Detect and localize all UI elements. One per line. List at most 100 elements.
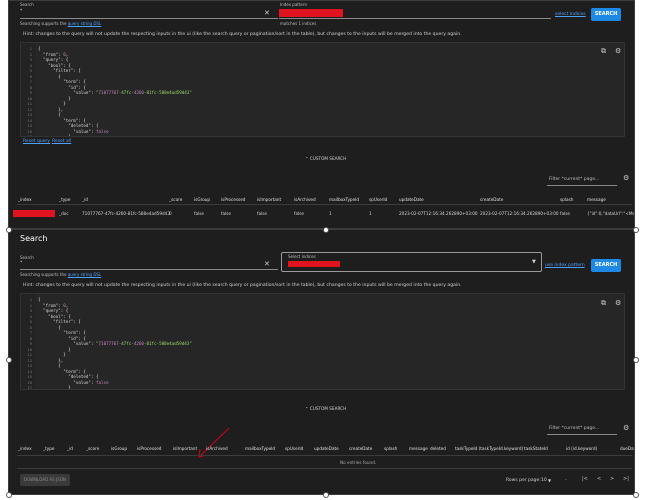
prev-page-icon[interactable]: < bbox=[597, 476, 601, 483]
table-cell: _doc bbox=[59, 211, 69, 216]
top-search-hint: Searching supports the query string DSL bbox=[20, 21, 101, 26]
rows-per-page-dropdown-icon[interactable]: ▼ bbox=[548, 477, 551, 484]
column-header[interactable]: isGroup bbox=[194, 197, 210, 202]
column-header[interactable]: isArchived bbox=[294, 197, 316, 202]
resize-handle[interactable] bbox=[323, 492, 329, 498]
column-header[interactable]: _type bbox=[43, 446, 54, 451]
table-cell: 1 bbox=[329, 211, 332, 216]
column-header[interactable]: createDate bbox=[349, 446, 372, 451]
column-header[interactable]: _type bbox=[59, 197, 70, 202]
column-header[interactable]: _score bbox=[169, 197, 182, 202]
top-custom-search-toggle[interactable]: ⌃ CUSTOM SEARCH bbox=[305, 156, 346, 161]
top-reset-query-link[interactable]: Reset query bbox=[23, 139, 50, 144]
resize-handle[interactable] bbox=[6, 492, 12, 498]
bottom-custom-search-label: CUSTOM SEARCH bbox=[309, 406, 347, 411]
bottom-index-select[interactable]: Select indices ▼ bbox=[281, 252, 542, 272]
rows-per-page-select[interactable]: 10 bbox=[541, 478, 547, 483]
table-cell: false bbox=[560, 211, 570, 216]
top-query-editor[interactable]: 1 2 3 4 5 6 7 8 9 10 11 12 13 14 15 16 1… bbox=[20, 42, 625, 137]
column-header[interactable]: mailboxTypeId bbox=[245, 446, 275, 451]
column-header[interactable]: deleted bbox=[430, 446, 446, 451]
top-select-indices-link[interactable]: select indices bbox=[555, 12, 586, 17]
column-header[interactable]: _id bbox=[67, 446, 73, 451]
column-header[interactable]: updateDate bbox=[399, 197, 424, 202]
bottom-clear-search-icon[interactable]: ✕ bbox=[264, 261, 270, 268]
resize-handle[interactable] bbox=[633, 492, 639, 498]
column-header[interactable]: splash bbox=[384, 446, 397, 451]
top-search-hint-prefix: Searching supports the bbox=[20, 21, 67, 26]
table-cell: 71077767-47fc-4260-81fc-588e4ad59d43 bbox=[82, 211, 170, 216]
column-header[interactable]: isArchived bbox=[206, 446, 228, 451]
bottom-search-label: Search bbox=[20, 255, 34, 260]
bottom-dropdown-arrow-icon: ▼ bbox=[532, 259, 536, 265]
top-search-button[interactable]: SEARCH bbox=[591, 8, 621, 21]
bottom-custom-search-toggle[interactable]: ⌃ CUSTOM SEARCH bbox=[305, 406, 346, 411]
column-header[interactable]: isImportant bbox=[257, 197, 281, 202]
top-filter-input[interactable]: Filter *current* page... bbox=[549, 177, 599, 182]
top-hint-text: Hint: changes to the query will not upda… bbox=[23, 32, 462, 37]
column-header[interactable]: isProcessed bbox=[137, 446, 161, 451]
top-chevron-up-icon: ⌃ bbox=[305, 156, 309, 161]
bottom-filter-input[interactable]: Filter *current* page... bbox=[549, 426, 599, 431]
bottom-table-header-divider bbox=[17, 455, 632, 456]
bottom-hint-text: Hint: changes to the query will not upda… bbox=[23, 283, 462, 288]
resize-handle[interactable] bbox=[633, 227, 639, 233]
column-header[interactable]: isProcessed bbox=[221, 197, 245, 202]
column-header[interactable]: createDate bbox=[480, 197, 503, 202]
top-custom-search-label: CUSTOM SEARCH bbox=[309, 156, 347, 161]
column-header[interactable]: message bbox=[587, 197, 606, 202]
bottom-query-code[interactable]: { "from": 0, "query": { "bool": { "filte… bbox=[38, 297, 192, 389]
no-entries-message: No entries found. bbox=[340, 460, 377, 465]
last-page-icon[interactable]: >| bbox=[623, 476, 629, 483]
top-reset-all-link[interactable]: Reset all bbox=[52, 139, 71, 144]
resize-handle[interactable] bbox=[633, 357, 639, 363]
resize-handle[interactable] bbox=[323, 227, 329, 233]
resize-handle[interactable] bbox=[6, 227, 12, 233]
bottom-search-input[interactable]: * bbox=[20, 261, 22, 266]
top-settings-gear-icon[interactable]: ⚙ bbox=[615, 48, 621, 55]
bottom-filter-underline bbox=[547, 434, 617, 435]
top-copy-icon[interactable]: ⧉ bbox=[601, 48, 606, 55]
column-header[interactable]: id (id.keyword) bbox=[566, 446, 597, 451]
column-header[interactable]: splash bbox=[560, 197, 573, 202]
top-query-code[interactable]: { "from": 0, "query": { "bool": { "filte… bbox=[38, 46, 192, 136]
first-page-icon[interactable]: |< bbox=[582, 476, 588, 483]
column-header[interactable]: isGroup bbox=[111, 446, 127, 451]
column-header[interactable]: taskTypeId (taskTypeId.keyword) bbox=[455, 446, 523, 451]
resize-handle[interactable] bbox=[6, 357, 12, 363]
column-header[interactable]: message bbox=[409, 446, 428, 451]
bottom-settings-gear-icon[interactable]: ⚙ bbox=[615, 300, 621, 307]
download-json-button[interactable]: DOWNLOAD AS JSON bbox=[20, 474, 70, 486]
column-header[interactable]: _index bbox=[18, 446, 32, 451]
bottom-query-editor[interactable]: 1 2 3 4 5 6 7 8 9 10 11 12 13 14 15 16 1… bbox=[20, 293, 625, 390]
column-header[interactable]: _index bbox=[18, 197, 32, 202]
bottom-search-button[interactable]: SEARCH bbox=[591, 259, 621, 272]
top-table-settings-gear-icon[interactable]: ⚙ bbox=[623, 175, 629, 182]
table-cell: false bbox=[194, 211, 204, 216]
bottom-chevron-up-icon: ⌃ bbox=[305, 406, 309, 411]
bottom-copy-icon[interactable]: ⧉ bbox=[601, 300, 606, 307]
column-header[interactable]: spUserId bbox=[285, 446, 303, 451]
column-header[interactable]: taskStateId bbox=[524, 446, 548, 451]
bottom-table-settings-gear-icon[interactable]: ⚙ bbox=[623, 425, 629, 432]
column-header[interactable]: _id bbox=[82, 197, 88, 202]
next-page-icon[interactable]: > bbox=[610, 476, 614, 483]
top-index-matches: matches 1 indices bbox=[280, 21, 317, 26]
table-cell: false bbox=[294, 211, 304, 216]
column-header[interactable]: isImportant bbox=[173, 446, 197, 451]
column-header[interactable]: updateDate bbox=[314, 446, 339, 451]
column-header[interactable]: dueDate bbox=[620, 446, 634, 451]
top-index-redaction bbox=[279, 9, 343, 17]
top-query-dsl-link[interactable]: query string DSL bbox=[68, 21, 101, 26]
bottom-search-panel: Search Search * ✕ Searching supports the… bbox=[8, 229, 635, 495]
bottom-query-dsl-link[interactable]: query string DSL bbox=[68, 272, 101, 277]
top-search-underline bbox=[20, 18, 278, 19]
column-header[interactable]: _score bbox=[86, 446, 99, 451]
column-header[interactable]: spUserId bbox=[369, 197, 387, 202]
column-header[interactable]: mailboxTypeId bbox=[329, 197, 359, 202]
page-title: Search bbox=[20, 234, 48, 243]
top-index-underline[interactable] bbox=[279, 18, 551, 19]
top-search-input[interactable]: * bbox=[20, 9, 22, 14]
top-clear-search-icon[interactable]: ✕ bbox=[264, 10, 270, 17]
bottom-use-index-pattern-link[interactable]: use index pattern bbox=[545, 263, 585, 268]
